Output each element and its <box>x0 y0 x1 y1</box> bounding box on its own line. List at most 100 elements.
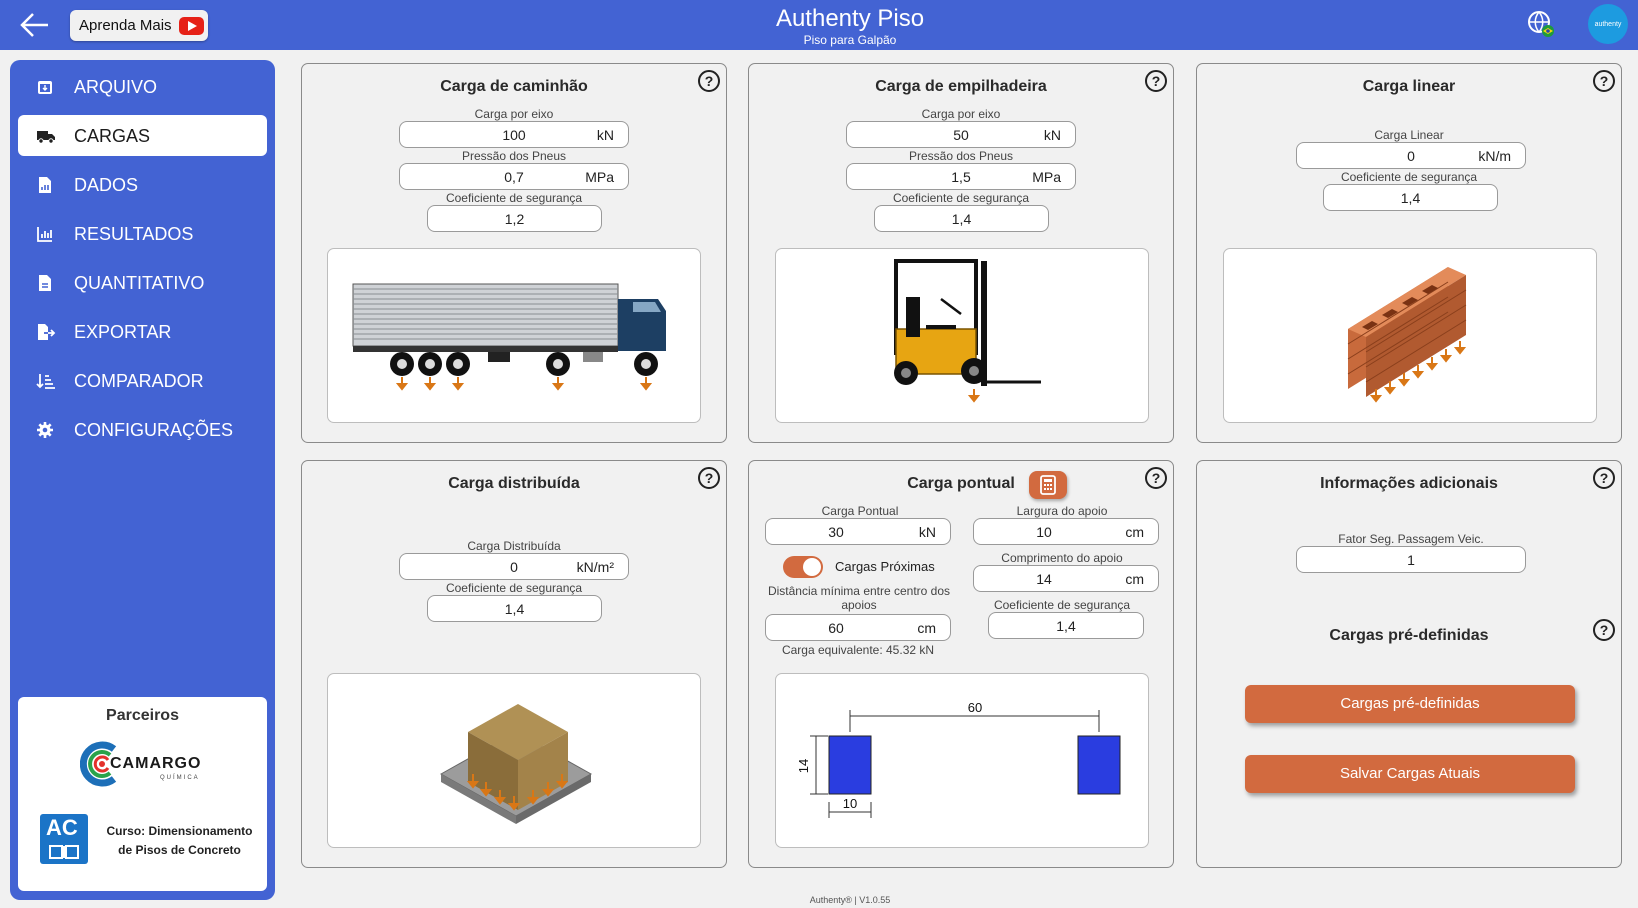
export-icon <box>38 324 56 340</box>
tire-pressure-label: Pressão dos Pneus <box>461 149 567 163</box>
forklift-icon <box>894 259 1041 403</box>
safety-factor-label: Coeficiente de segurança <box>445 191 583 205</box>
min-distance-input[interactable]: 60 cm <box>765 614 951 641</box>
safety-factor-input[interactable]: 1,2 <box>427 205 602 232</box>
save-current-loads-button[interactable]: Salvar Cargas Atuais <box>1245 755 1575 793</box>
point-load-input[interactable]: 30 kN <box>765 518 951 545</box>
axle-load-unit: kN <box>1043 127 1061 143</box>
width-dimension: 10 <box>843 796 857 811</box>
course-text-line1: Dimensionamento <box>145 824 253 838</box>
card-title: Carga linear <box>1362 78 1456 95</box>
help-icon[interactable]: ? <box>698 467 720 489</box>
point-load-unit: kN <box>918 524 936 540</box>
distributed-load-label: Carga Distribuída <box>467 539 561 553</box>
min-distance-unit: cm <box>917 620 936 636</box>
tire-pressure-label: Pressão dos Pneus <box>908 149 1014 163</box>
vehicle-factor-input[interactable]: 1 <box>1296 546 1526 573</box>
sidebar-item-label: QUANTITATIVO <box>74 273 205 293</box>
sidebar-item-comparador[interactable]: COMPARADOR <box>18 360 267 401</box>
document-icon <box>39 275 51 291</box>
calculator-button[interactable] <box>1029 471 1067 499</box>
sidebar-item-label: RESULTADOS <box>74 224 194 244</box>
min-distance-value: 60 <box>828 620 844 636</box>
help-icon[interactable]: ? <box>1593 70 1615 92</box>
app-subtitle: Piso para Galpão <box>803 33 897 47</box>
brick-wall-icon <box>1347 267 1467 403</box>
tire-pressure-input[interactable]: 0,7 MPa <box>399 163 629 190</box>
help-icon[interactable]: ? <box>1593 467 1615 489</box>
vehicle-factor-value: 1 <box>1407 552 1415 568</box>
sidebar-item-resultados[interactable]: RESULTADOS <box>18 213 267 254</box>
tire-pressure-input[interactable]: 1,5 MPa <box>846 163 1076 190</box>
support-spacing-diagram: 60 14 10 <box>775 673 1149 848</box>
camargo-subname: QUÍMICA <box>160 775 200 781</box>
axle-load-label: Carga por eixo <box>474 107 554 121</box>
book-icon <box>49 845 79 859</box>
safety-factor-input[interactable]: 1,4 <box>427 595 602 622</box>
sidebar-item-exportar[interactable]: EXPORTAR <box>18 311 267 352</box>
user-avatar[interactable]: authenty <box>1588 4 1628 44</box>
sidebar-item-arquivo[interactable]: ARQUIVO <box>18 66 267 107</box>
sidebar-item-label: ARQUIVO <box>74 77 158 97</box>
course-badge-text: AC <box>46 815 78 840</box>
nearby-loads-toggle[interactable] <box>783 556 823 578</box>
axle-load-input[interactable]: 100 kN <box>399 121 629 148</box>
sidebar-item-label: DADOS <box>74 175 139 195</box>
language-globe-icon[interactable] <box>1527 10 1555 38</box>
support-width-input[interactable]: 10 cm <box>973 518 1159 545</box>
min-distance-label-line1: Distância mínima entre centro dos <box>767 584 951 598</box>
truck-icon <box>352 283 666 391</box>
app-title: Authenty Piso <box>775 5 925 32</box>
box-on-slab-icon <box>439 704 593 824</box>
camargo-logo[interactable]: CAMARGO QUÍMICA <box>80 741 210 791</box>
vehicle-factor-label: Fator Seg. Passagem Veic. <box>1338 532 1484 546</box>
sidebar-item-quantitativo[interactable]: QUANTITATIVO <box>18 262 267 303</box>
sidebar-item-dados[interactable]: DADOS <box>18 164 267 205</box>
sidebar-item-cargas[interactable]: CARGAS <box>18 115 267 156</box>
course-text-bold: Curso: <box>106 824 146 838</box>
sidebar: ARQUIVO CARGAS DADOS RESULTADOS QUANTITA… <box>10 60 275 900</box>
support-length-input[interactable]: 14 cm <box>973 565 1159 592</box>
safety-factor-input[interactable]: 1,4 <box>988 612 1144 639</box>
calculator-icon <box>1040 475 1056 495</box>
card-title: Carga de empilhadeira <box>875 78 1047 95</box>
help-icon[interactable]: ? <box>698 70 720 92</box>
safety-factor-label: Coeficiente de segurança <box>445 581 583 595</box>
top-bar: Aprenda Mais Authenty Piso Piso para Gal… <box>0 0 1638 50</box>
equivalent-load-text: Carga equivalente: 45.32 kN <box>781 643 935 657</box>
distributed-load-input[interactable]: 0 kN/m² <box>399 553 629 580</box>
course-banner[interactable]: AC Curso: Dimensionamento de Pisos de Co… <box>40 814 260 866</box>
truck-illustration <box>327 248 701 423</box>
support-width-unit: cm <box>1125 524 1144 540</box>
sidebar-item-label: EXPORTAR <box>74 322 172 342</box>
sidebar-item-configuracoes[interactable]: CONFIGURAÇÕES <box>18 409 267 450</box>
linear-load-unit: kN/m <box>1478 148 1511 164</box>
box-on-slab-illustration <box>327 673 701 848</box>
safety-factor-input[interactable]: 1,4 <box>1323 184 1498 211</box>
sidebar-item-label: COMPARADOR <box>74 371 204 391</box>
additional-info-card: Informações adicionais ? Fator Seg. Pass… <box>1196 460 1622 868</box>
axle-load-unit: kN <box>596 127 614 143</box>
depth-dimension: 14 <box>796 759 811 773</box>
tire-pressure-unit: MPa <box>585 169 614 185</box>
help-icon[interactable]: ? <box>1145 467 1167 489</box>
axle-load-value: 100 <box>502 127 526 143</box>
linear-load-label: Carga Linear <box>1374 128 1444 142</box>
truck-load-card: Carga de caminhão ? Carga por eixo 100 kN… <box>301 63 727 443</box>
predefined-loads-button[interactable]: Cargas pré-definidas <box>1245 685 1575 723</box>
safety-factor-value: 1,2 <box>504 211 525 227</box>
safety-factor-label: Coeficiente de segurança <box>892 191 1030 205</box>
point-load-card: Carga pontual ? Carga Pontual 30 kN Carga… <box>748 460 1174 868</box>
help-icon[interactable]: ? <box>1145 70 1167 92</box>
linear-load-input[interactable]: 0 kN/m <box>1296 142 1526 169</box>
spacing-diagram: 60 14 10 <box>796 700 1121 818</box>
card-title: Carga pontual <box>907 475 1015 492</box>
safety-factor-input[interactable]: 1,4 <box>874 205 1049 232</box>
min-distance-label: Distância mínima entre centro dos apoios <box>759 584 959 612</box>
min-distance-label-line2: apoios <box>841 598 877 612</box>
help-icon[interactable]: ? <box>1593 619 1615 641</box>
axle-load-input[interactable]: 50 kN <box>846 121 1076 148</box>
spacing-dimension: 60 <box>968 700 982 715</box>
support-width-value: 10 <box>1036 524 1052 540</box>
partners-title: Parceiros <box>106 707 179 724</box>
